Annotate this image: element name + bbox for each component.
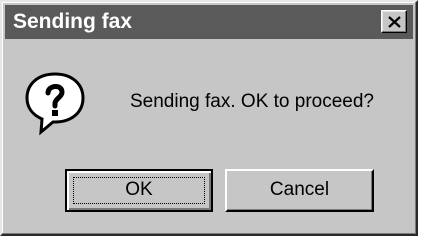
fax-dialog-window: Sending fax Sending fax. OK to proceed? … bbox=[0, 0, 418, 236]
ok-button-label: OK bbox=[125, 179, 153, 200]
ok-button[interactable]: OK bbox=[65, 169, 213, 212]
cancel-button[interactable]: Cancel bbox=[225, 169, 374, 212]
dialog-message: Sending fax. OK to proceed? bbox=[130, 91, 374, 112]
title-bar[interactable]: Sending fax bbox=[5, 5, 413, 39]
question-icon bbox=[25, 72, 85, 136]
close-button[interactable] bbox=[381, 10, 407, 33]
window-title: Sending fax bbox=[13, 10, 133, 33]
close-icon bbox=[388, 16, 401, 28]
